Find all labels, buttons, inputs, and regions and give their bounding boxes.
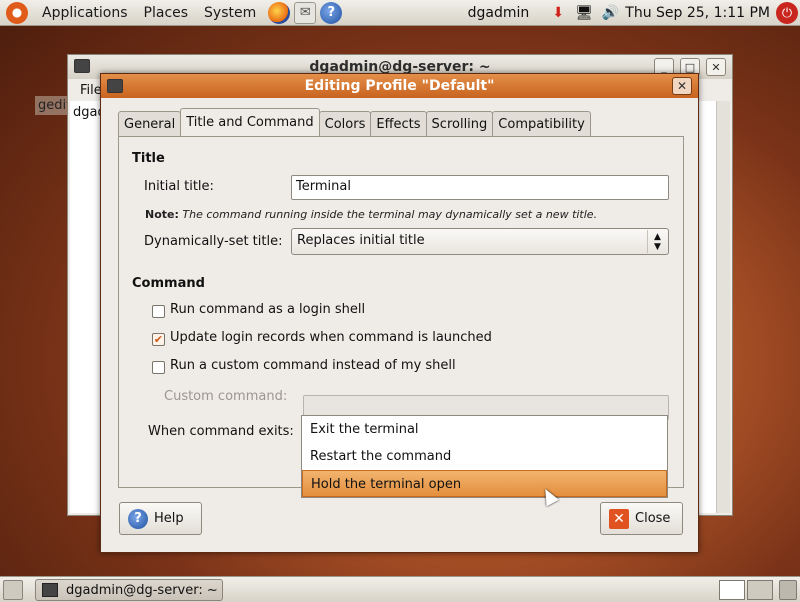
system-menu[interactable]: System [196, 5, 264, 21]
help-icon[interactable]: ? [320, 1, 343, 24]
close-icon: ✕ [609, 508, 629, 529]
tab-effects[interactable]: Effects [370, 111, 427, 136]
file-menu[interactable]: File [80, 83, 102, 98]
tab-bar: General Title and Command Colors Effects… [118, 108, 591, 136]
combo-arrow-icon: ▲ ▼ [647, 230, 667, 253]
tab-title-and-command[interactable]: Title and Command [180, 108, 320, 136]
initial-title-input[interactable]: Terminal [291, 175, 669, 200]
trash-icon[interactable] [779, 580, 797, 600]
workspace-1[interactable] [719, 580, 745, 600]
login-shell-checkbox[interactable] [152, 305, 165, 318]
panel-username[interactable]: dgadmin [468, 5, 530, 21]
command-exits-label: When command exits: [148, 424, 294, 439]
taskbar-terminal-item[interactable]: dgadmin@dg-server: ~ [35, 579, 223, 601]
command-exits-dropdown[interactable]: Exit the terminal Restart the command Ho… [301, 415, 668, 498]
title-section-heading: Title [132, 151, 165, 166]
ubuntu-logo-icon[interactable] [6, 1, 28, 24]
volume-icon[interactable]: 🔊 [601, 4, 619, 22]
tab-colors[interactable]: Colors [318, 111, 372, 136]
dialog-titlebar[interactable]: Editing Profile "Default" ✕ [101, 74, 698, 98]
taskbar-terminal-label: dgadmin@dg-server: ~ [66, 582, 218, 598]
custom-command-label: Custom command: [164, 389, 288, 404]
bottom-panel: dgadmin@dg-server: ~ [0, 576, 800, 602]
help-icon: ? [128, 508, 148, 529]
update-notifier-icon[interactable]: ⬇ [549, 4, 567, 22]
title-note: Note: The command running inside the ter… [145, 208, 597, 221]
close-icon[interactable]: ✕ [706, 58, 726, 76]
dialog-title: Editing Profile "Default" [304, 78, 495, 94]
top-panel: Applications Places System ✉ ? dgadmin ⬇… [0, 0, 800, 26]
terminal-icon [42, 583, 58, 597]
close-button-label: Close [635, 511, 671, 526]
close-icon[interactable]: ✕ [672, 77, 692, 95]
tab-general[interactable]: General [118, 111, 182, 136]
update-records-checkbox[interactable]: ✔ [152, 333, 165, 346]
note-label: Note: [145, 208, 179, 221]
update-records-label[interactable]: Update login records when command is lau… [170, 330, 492, 345]
dynamic-title-select[interactable]: Replaces initial title ▲ ▼ [291, 228, 669, 255]
custom-command-checkbox[interactable] [152, 361, 165, 374]
tab-scrolling[interactable]: Scrolling [425, 111, 494, 136]
custom-command-toggle-label[interactable]: Run a custom command instead of my shell [170, 358, 456, 373]
tab-compatibility[interactable]: Compatibility [492, 111, 591, 136]
option-restart-command[interactable]: Restart the command [302, 443, 667, 470]
dynamic-title-label: Dynamically-set title: [144, 234, 283, 249]
option-exit-terminal[interactable]: Exit the terminal [302, 416, 667, 443]
initial-title-label: Initial title: [144, 179, 214, 194]
panel-clock[interactable]: Thu Sep 25, 1:11 PM [625, 5, 770, 21]
mail-icon[interactable]: ✉ [294, 1, 317, 24]
places-menu[interactable]: Places [136, 5, 197, 21]
command-section-heading: Command [132, 276, 205, 291]
note-text: The command running inside the terminal … [182, 208, 598, 221]
option-hold-terminal-open[interactable]: Hold the terminal open [302, 470, 667, 497]
show-desktop-icon[interactable] [3, 580, 23, 600]
help-button[interactable]: ? Help [119, 502, 202, 535]
workspace-2[interactable] [747, 580, 773, 600]
firefox-icon[interactable] [268, 1, 291, 24]
help-button-label: Help [154, 511, 184, 526]
window-menu-icon[interactable] [74, 59, 90, 73]
applications-menu[interactable]: Applications [34, 5, 136, 21]
network-icon[interactable]: 🖥 [575, 4, 593, 22]
close-button[interactable]: ✕ Close [600, 502, 683, 535]
terminal-scrollbar[interactable] [716, 101, 730, 513]
login-shell-label[interactable]: Run command as a login shell [170, 302, 365, 317]
dynamic-title-value: Replaces initial title [297, 233, 425, 248]
window-menu-icon[interactable] [107, 79, 123, 93]
power-icon[interactable]: ⏻ [776, 2, 798, 24]
